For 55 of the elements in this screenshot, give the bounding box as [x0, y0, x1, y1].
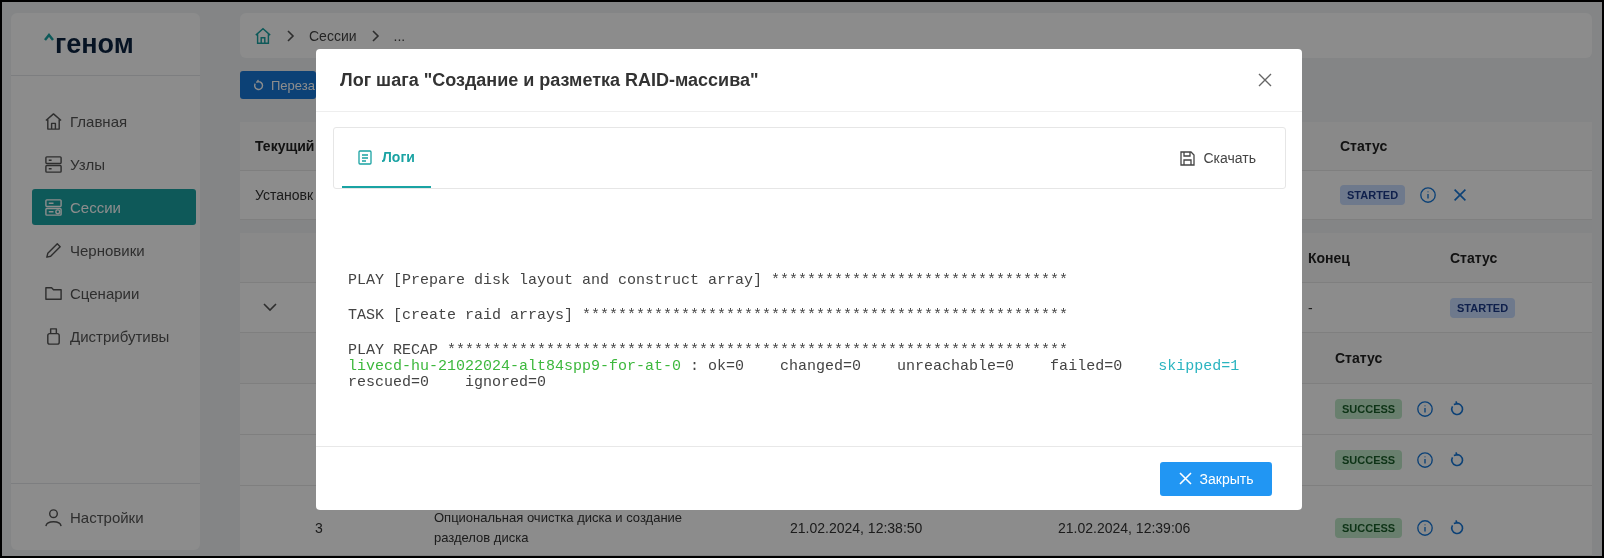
info-icon[interactable]	[1416, 518, 1435, 537]
nav-item[interactable]: Узлы	[32, 146, 196, 182]
home-icon[interactable]	[254, 26, 272, 45]
server-icon	[44, 154, 63, 174]
status-badge: SUCCESS	[1335, 517, 1403, 538]
column-header: Статус	[1335, 350, 1384, 366]
nav-item[interactable]: Сценарии	[32, 275, 196, 311]
home-icon	[44, 111, 63, 131]
download-button[interactable]: Скачать	[1173, 149, 1262, 167]
info-icon[interactable]	[1416, 451, 1435, 469]
column-header: Конец	[1308, 249, 1351, 266]
table-cell-text: -	[1308, 299, 1314, 316]
save-icon	[1179, 150, 1195, 166]
restart-button[interactable]: Переза	[240, 71, 316, 99]
status-badge: STARTED	[1450, 297, 1516, 318]
close-button[interactable]: Закрыть	[1160, 461, 1272, 496]
breadcrumb-item[interactable]: ...	[393, 27, 406, 44]
dialog-title: Лог шага "Создание и разметка RAID-массива"	[340, 69, 759, 91]
nav-item[interactable]: Дистрибутивы	[32, 318, 196, 354]
column-header: Статус	[1340, 138, 1389, 154]
status-badge: SUCCESS	[1335, 450, 1403, 470]
user-icon	[44, 507, 63, 527]
pencil-icon	[44, 240, 63, 260]
tab[interactable]: Логи	[342, 128, 431, 188]
table-cell-text: Опциональная очистка диска и создание разделов диска	[434, 508, 684, 547]
table-cell-text: 21.02.2024, 12:38:50	[790, 519, 924, 536]
chevron-icon[interactable]	[263, 303, 277, 312]
column-header: Текущий	[255, 138, 316, 154]
table-cell-text: Установк	[255, 187, 315, 203]
log-line: PLAY [Prepare disk layout and construct array] *********************************	[348, 273, 1070, 289]
close-icon[interactable]	[1258, 73, 1272, 87]
chevron-icon	[286, 29, 295, 42]
document-icon	[358, 149, 372, 165]
table-cell-text: 21.02.2024, 12:39:06	[1058, 519, 1192, 536]
log-line: TASK [create raid arrays] ******************************************************	[348, 308, 1070, 324]
chevron-icon	[370, 29, 380, 42]
status-badge: SUCCESS	[1335, 399, 1403, 419]
log-line: rescued=0 ignored=0	[348, 375, 548, 391]
close-icon	[1178, 472, 1192, 485]
log-line: PLAY RECAP *********************************************************************	[348, 343, 1070, 359]
server-icon	[44, 197, 63, 217]
nav-item[interactable]: Черновики	[32, 232, 196, 268]
nav-item[interactable]: Главная	[32, 103, 196, 139]
breadcrumb-item[interactable]: Сессии	[309, 27, 357, 44]
settings-item[interactable]: Настройки	[44, 499, 200, 535]
column-header: Статус	[1450, 249, 1499, 266]
info-icon[interactable]	[1419, 186, 1438, 204]
retry-icon	[252, 78, 265, 92]
status-badge: STARTED	[1340, 185, 1406, 205]
nav-item[interactable]: Сессии	[32, 189, 196, 225]
logo: геном	[44, 28, 134, 60]
drive-icon	[44, 326, 63, 346]
table-cell-text: 3	[315, 519, 324, 536]
info-icon[interactable]	[1416, 400, 1435, 418]
log-line: livecd-hu-21022024-alt84spp9-for-at-0 : ok=0 changed=0 unreachable=0 failed=0 skipped=1	[348, 359, 1241, 375]
